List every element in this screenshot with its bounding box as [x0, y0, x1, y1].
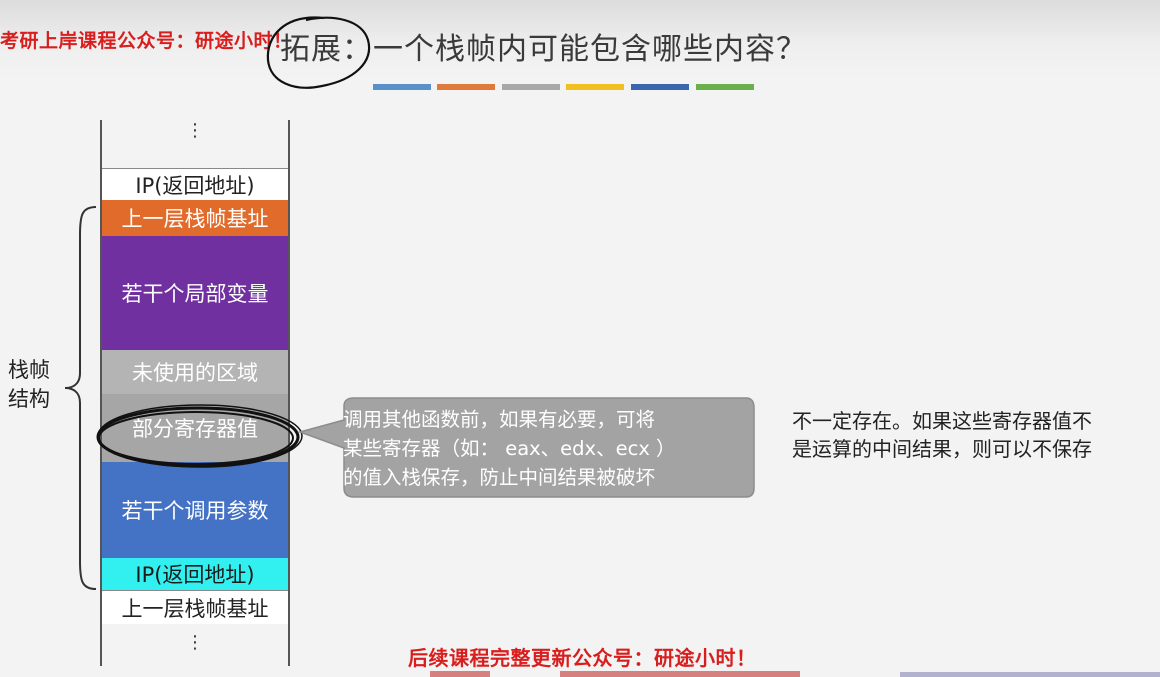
- side-note: 不一定存在。如果这些寄存器值不 是运算的中间结果，则可以不保存: [792, 407, 1158, 463]
- side-note-line: 是运算的中间结果，则可以不保存: [792, 437, 1092, 461]
- stack-cell-label: IP(返回地址): [135, 563, 255, 587]
- color-bar-1: [373, 84, 431, 90]
- callout-line: 的值入栈保存，防止中间结果被破坏: [343, 466, 656, 489]
- stack-cell-return-address: IP(返回地址): [102, 558, 288, 590]
- stack-cell-label: 若干个调用参数: [121, 499, 269, 523]
- stack-cell-call-arguments: 若干个调用参数: [102, 462, 288, 558]
- color-bar-3: [502, 84, 560, 90]
- stack-cell-return-address-top: IP(返回地址): [102, 168, 288, 200]
- stack-cell-label: 上一层栈帧基址: [121, 207, 269, 231]
- callout-line: 调用其他函数前，如果有必要，可将: [343, 408, 656, 431]
- color-bar-5: [631, 84, 689, 90]
- callout-text: 调用其他函数前，如果有必要，可将 某些寄存器（如： eax、edx、ecx ） …: [343, 405, 743, 492]
- side-note-line: 不一定存在。如果这些寄存器值不: [792, 409, 1092, 433]
- stack-bottom-ellipsis: ⋮: [186, 632, 204, 653]
- stack-top-ellipsis: ⋮: [186, 120, 204, 141]
- stack-cell-unused-area: 未使用的区域: [102, 350, 288, 394]
- stack-cell-label: 上一层栈帧基址: [121, 596, 269, 621]
- color-bar-4: [566, 84, 624, 90]
- stack-frame-label-line: 栈帧: [8, 358, 50, 382]
- stack-frame-label-line: 结构: [8, 387, 50, 411]
- stack-cell-local-variables: 若干个局部变量: [102, 236, 288, 350]
- stack-right-border: [288, 120, 290, 666]
- bottom-promo-text: 后续课程完整更新公众号：研途小时！: [408, 646, 757, 670]
- stack-cell-label: 若干个局部变量: [121, 282, 269, 306]
- stack-frame-label: 栈帧 结构: [8, 356, 58, 414]
- color-bar-6: [696, 84, 754, 90]
- page-title: 拓展：一个栈帧内可能包含哪些内容？: [280, 32, 807, 67]
- cropped-subtitle-strip: [430, 671, 1160, 677]
- register-hand-circle: [96, 404, 303, 468]
- stack-cell-label: 未使用的区域: [132, 361, 258, 385]
- stack-cell-prev-frame-base: 上一层栈帧基址: [102, 200, 288, 236]
- stack-cell-prev-frame-base-below: 上一层栈帧基址: [102, 590, 288, 624]
- callout-line: 某些寄存器（如： eax、edx、ecx ）: [343, 437, 676, 460]
- stack-cell-label: IP(返回地址): [135, 173, 255, 198]
- top-promo-text: 考研上岸课程公众号：研途小时！: [0, 30, 293, 52]
- color-bar-2: [437, 84, 495, 90]
- stack-frame-brace: [64, 206, 97, 590]
